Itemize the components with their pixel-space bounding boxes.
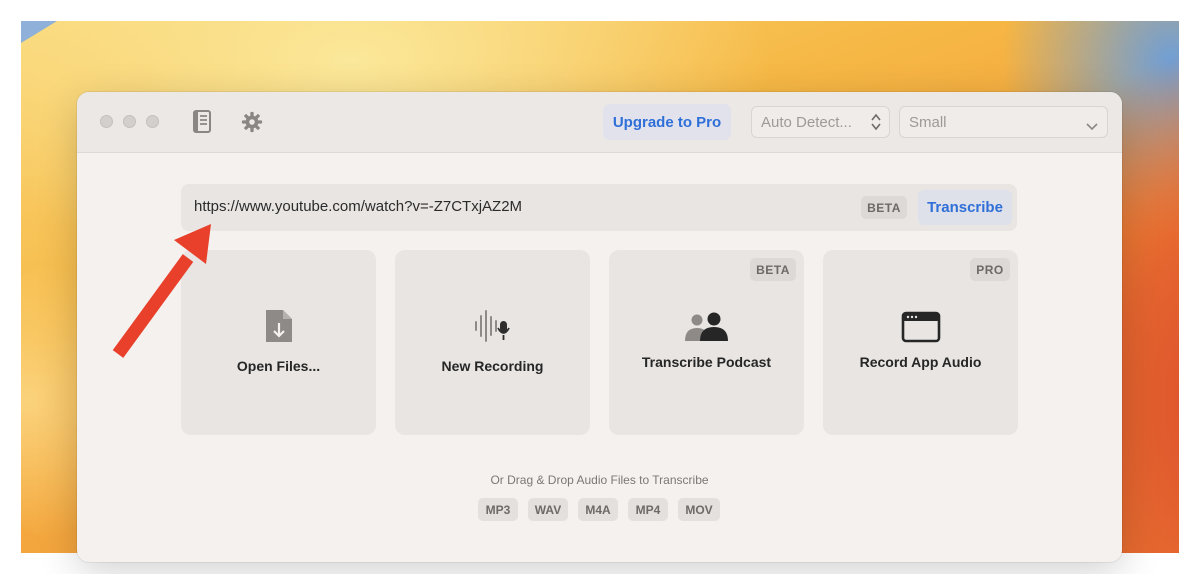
annotation-arrow	[112, 224, 211, 358]
